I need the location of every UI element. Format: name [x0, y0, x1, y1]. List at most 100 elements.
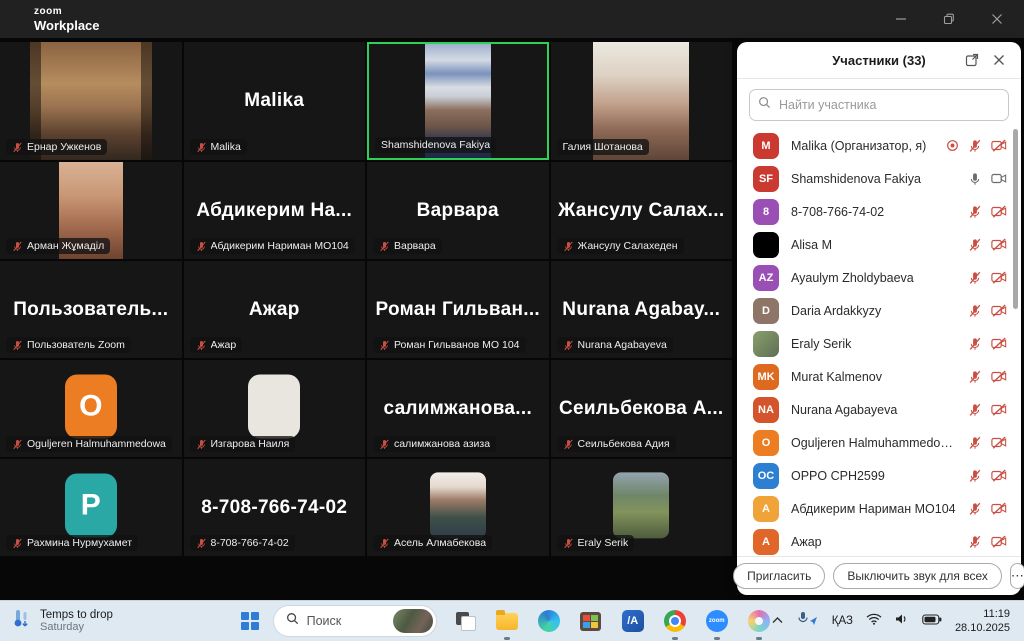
tray-date: 28.10.2025 [955, 621, 1010, 635]
participant-row[interactable]: O Oguljeren Halmuhammedowa [737, 426, 1021, 459]
camera-off-icon [991, 436, 1007, 449]
tile-name-label: Изгарова Наиля [190, 436, 296, 452]
scrollbar[interactable] [1013, 129, 1018, 309]
video-tile[interactable]: Пользователь...Пользователь Zoom [0, 261, 182, 358]
camera-off-icon [991, 535, 1007, 548]
panel-close-icon[interactable] [993, 42, 1005, 78]
participant-search[interactable] [749, 89, 1009, 121]
zoom-workplace-logo: zoom Workplace [0, 7, 100, 32]
video-tile[interactable]: Изгарова Наиля [184, 360, 366, 457]
mic-off-icon [563, 439, 574, 450]
video-tile[interactable]: Абдикерим На...Абдикерим Нариман МО104 [184, 162, 366, 259]
restore-icon[interactable] [942, 12, 956, 26]
title-bar: zoom Workplace [0, 0, 1024, 38]
mic-off-icon [196, 241, 207, 252]
video-tile[interactable]: салимжанова...салимжанова азиза [367, 360, 549, 457]
participant-name: Oguljeren Halmuhammedowa [791, 436, 956, 450]
video-tile[interactable]: ВарвараВарвара [367, 162, 549, 259]
mic-off-icon [379, 340, 390, 351]
tile-name-label: Жансулу Салахеден [557, 238, 684, 254]
tile-name-label: Арман Жұмаділ [6, 238, 110, 254]
participant-row[interactable]: OCOPPO CPH2599 [737, 459, 1021, 492]
popout-icon[interactable] [965, 42, 979, 78]
tile-name-label: Варвара [373, 238, 442, 254]
participant-row[interactable]: MMalika (Организатор, я) [737, 129, 1021, 162]
participant-row[interactable]: MKMurat Kalmenov [737, 360, 1021, 393]
participant-list: MMalika (Организатор, я)SFShamshidenova … [737, 127, 1021, 556]
more-options-button[interactable]: ⋯ [1010, 563, 1024, 589]
participants-panel: Участники (33) MMalika (Организатор, я)S… [737, 42, 1021, 595]
video-tile[interactable]: MalikaMalika [184, 42, 366, 160]
mic-off-icon [563, 340, 574, 351]
participant-row[interactable]: Alisa M [737, 228, 1021, 261]
video-tile[interactable]: Галия Шотанова [551, 42, 733, 160]
video-tile[interactable]: PРахмина Нурмухамет [0, 459, 182, 556]
video-tile[interactable]: 8-708-766-74-028-708-766-74-02 [184, 459, 366, 556]
video-tile[interactable]: Роман Гильван...Роман Гильванов МО 104 [367, 261, 549, 358]
participant-name: Абдикерим Нариман МО104 [791, 502, 956, 516]
avatar: P [65, 473, 117, 537]
mic-off-icon [563, 538, 574, 549]
participant-search-input[interactable] [777, 97, 1000, 113]
participant-row[interactable]: 88-708-766-74-02 [737, 195, 1021, 228]
app-a-icon[interactable]: /A [621, 609, 645, 633]
mic-off-icon [12, 241, 23, 252]
video-tile[interactable]: OOguljeren Halmuhammedowa [0, 360, 182, 457]
participant-row[interactable]: AАжар [737, 525, 1021, 556]
participant-name: Murat Kalmenov [791, 370, 956, 384]
tray-mic-icon[interactable] [797, 611, 819, 631]
battery-icon[interactable] [922, 612, 942, 630]
brand-workplace: Workplace [34, 19, 100, 32]
video-tile[interactable]: Nurana Agabay...Nurana Agabayeva [551, 261, 733, 358]
mic-off-icon [968, 139, 982, 153]
video-tile[interactable]: Асель Алмабекова [367, 459, 549, 556]
participant-avatar: O [753, 430, 779, 456]
chrome-icon[interactable] [663, 609, 687, 633]
edge-browser-icon[interactable] [537, 609, 561, 633]
tile-name-label: Сеильбекова Адия [557, 436, 676, 452]
mic-off-icon [968, 370, 982, 384]
camera-off-icon [991, 271, 1007, 284]
microsoft-store-icon[interactable] [579, 609, 603, 633]
search-highlight-image[interactable] [393, 609, 433, 633]
zoom-window: zoom Workplace Ернар УжкеновMalikaMalika… [0, 0, 1024, 640]
zoom-app-icon[interactable]: zoom [705, 609, 729, 633]
clock-widget[interactable]: 11:19 28.10.2025 [955, 607, 1010, 636]
video-tile[interactable]: Shamshidenova Fakiya [367, 42, 549, 160]
start-button[interactable] [241, 612, 259, 630]
video-tile[interactable]: АжарАжар [184, 261, 366, 358]
invite-button[interactable]: Пригласить [733, 563, 825, 589]
participant-row[interactable]: SFShamshidenova Fakiya [737, 162, 1021, 195]
video-tile[interactable]: Жансулу Салах...Жансулу Салахеден [551, 162, 733, 259]
minimize-icon[interactable] [894, 12, 908, 26]
paint-app-icon[interactable] [747, 609, 771, 633]
language-indicator[interactable]: ҚАЗ [832, 615, 853, 627]
video-tile[interactable]: Eraly Serik [551, 459, 733, 556]
mic-off-icon [379, 538, 390, 549]
participant-row[interactable]: NANurana Agabayeva [737, 393, 1021, 426]
mute-all-button[interactable]: Выключить звук для всех [833, 563, 1001, 589]
participant-row[interactable]: DDaria Ardakkyzy [737, 294, 1021, 327]
video-tile[interactable]: Сеильбекова А...Сеильбекова Адия [551, 360, 733, 457]
video-tile[interactable]: Ернар Ужкенов [0, 42, 182, 160]
participant-row[interactable]: AАбдикерим Нариман МО104 [737, 492, 1021, 525]
volume-icon[interactable] [895, 612, 909, 630]
video-tile[interactable]: Арман Жұмаділ [0, 162, 182, 259]
participant-name: OPPO CPH2599 [791, 469, 956, 483]
participant-name: Shamshidenova Fakiya [791, 172, 956, 186]
task-view-icon[interactable] [453, 609, 477, 633]
tile-name-label: Рахмина Нурмухамет [6, 535, 138, 551]
taskbar-search[interactable]: Поиск [273, 605, 437, 637]
weather-widget[interactable]: Temps to drop Saturday [0, 608, 213, 635]
tray-chevron-icon[interactable] [771, 612, 784, 630]
tray-time: 11:19 [955, 607, 1010, 621]
wifi-icon[interactable] [866, 612, 882, 630]
tile-name-label: салимжанова азиза [373, 436, 496, 452]
tile-name-label: Галия Шотанова [557, 139, 649, 155]
participant-avatar [753, 331, 779, 357]
participant-row[interactable]: Eraly Serik [737, 327, 1021, 360]
mic-off-icon [12, 538, 23, 549]
file-explorer-icon[interactable] [495, 609, 519, 633]
close-icon[interactable] [990, 12, 1004, 26]
participant-row[interactable]: AZAyaulym Zholdybaeva [737, 261, 1021, 294]
